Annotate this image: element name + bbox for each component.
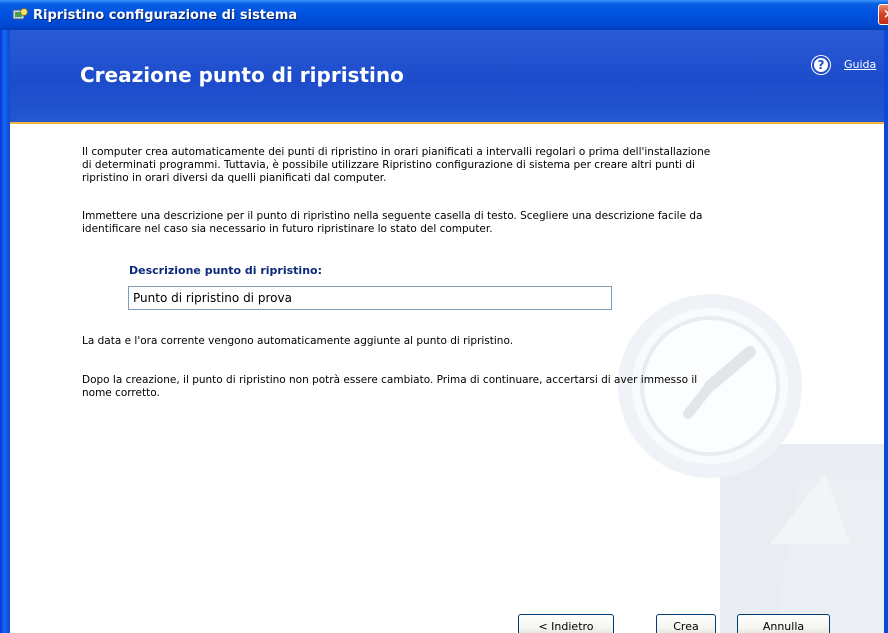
warning-paragraph: Dopo la creazione, il punto di ripristin… xyxy=(82,374,698,399)
intro-paragraph: Il computer crea automaticamente dei pun… xyxy=(82,146,711,184)
create-button[interactable]: Crea xyxy=(656,614,716,633)
close-button[interactable]: × xyxy=(878,4,888,25)
help-icon[interactable]: ? xyxy=(812,56,830,74)
back-button[interactable]: < Indietro xyxy=(518,614,614,633)
window-title: Ripristino configurazione di sistema xyxy=(33,7,298,23)
cancel-button[interactable]: Annulla xyxy=(737,614,830,633)
page-title: Creazione punto di ripristino xyxy=(80,63,404,87)
title-bar[interactable]: Ripristino configurazione di sistema × xyxy=(0,0,888,30)
restore-point-description-input[interactable] xyxy=(128,286,612,310)
close-icon: × xyxy=(883,7,888,22)
system-restore-icon xyxy=(12,7,28,23)
help-link[interactable]: Guida xyxy=(844,58,876,71)
instruction-paragraph: Immettere una descrizione per il punto d… xyxy=(82,210,703,235)
window-frame-right xyxy=(884,30,888,633)
wizard-content: Il computer crea automaticamente dei pun… xyxy=(10,124,884,633)
date-time-note: La data e l'ora corrente vengono automat… xyxy=(82,335,514,347)
description-label: Descrizione punto di ripristino: xyxy=(129,264,322,277)
window-frame-left xyxy=(0,30,10,633)
